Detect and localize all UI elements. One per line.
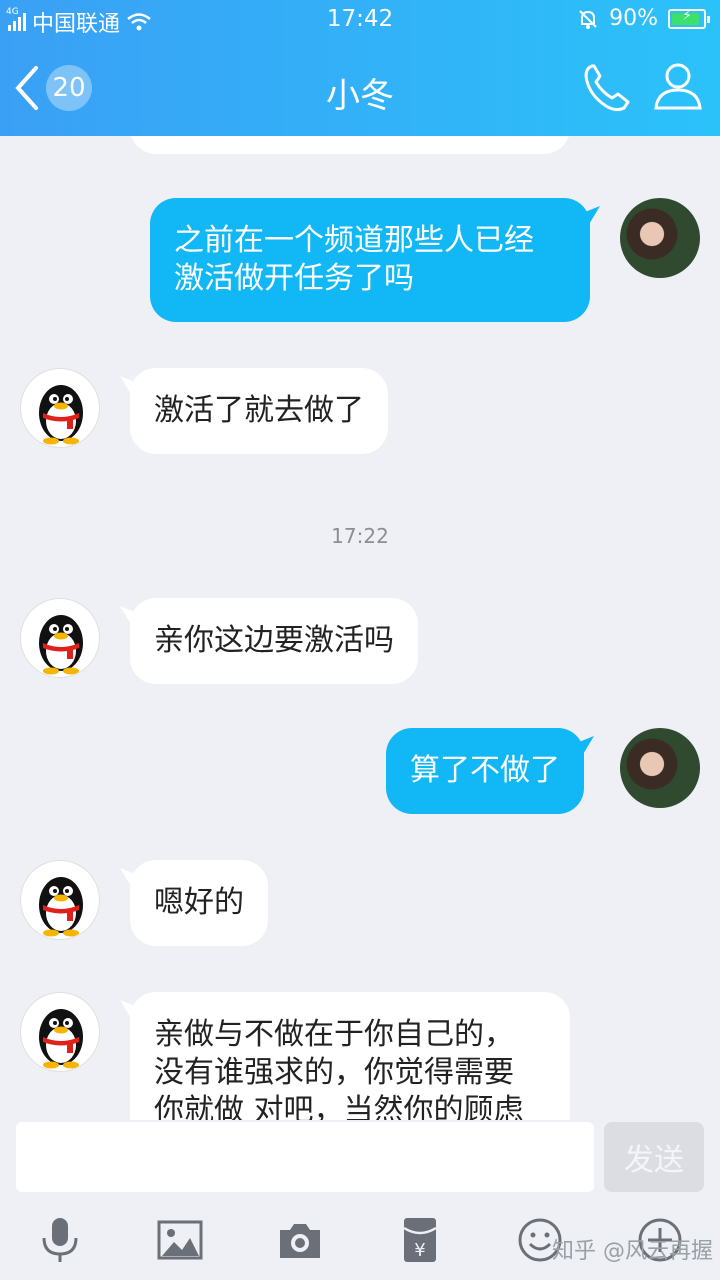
phone-icon[interactable] xyxy=(578,60,634,116)
status-right: 90% ⚡ xyxy=(577,6,710,31)
message-bubble-outgoing[interactable]: 算了不做了 xyxy=(386,728,584,814)
penguin-icon xyxy=(39,877,83,937)
my-avatar[interactable] xyxy=(620,728,700,808)
send-button[interactable]: 发送 xyxy=(604,1122,704,1192)
contact-avatar[interactable] xyxy=(20,368,100,448)
message-bubble-incoming[interactable]: 激活了就去做了 xyxy=(130,368,388,454)
my-avatar[interactable] xyxy=(620,198,700,278)
microphone-icon[interactable] xyxy=(36,1216,84,1264)
status-bar: 4G 中国联通 17:42 90% ⚡ xyxy=(0,0,720,40)
charging-bolt-icon: ⚡ xyxy=(682,7,692,24)
header: 4G 中国联通 17:42 90% ⚡ 20 小冬 xyxy=(0,0,720,136)
previous-message-bubble xyxy=(130,136,570,154)
image-icon[interactable] xyxy=(156,1216,204,1264)
message-bubble-incoming[interactable]: 亲做与不做在于你自己的， 没有谁强求的，你觉得需要 你就做 对吧，当然你的顾虑 xyxy=(130,992,570,1120)
message-text-line: 之前在一个频道那些人已经 xyxy=(174,223,534,258)
message-text: 激活了就去做了 xyxy=(154,393,364,428)
svg-text:¥: ¥ xyxy=(414,1240,425,1261)
message-bubble-outgoing[interactable]: 之前在一个频道那些人已经 激活做开任务了吗 xyxy=(150,198,590,322)
red-packet-icon[interactable]: ¥ xyxy=(396,1216,444,1264)
camera-icon[interactable] xyxy=(276,1216,324,1264)
mute-bell-icon xyxy=(579,9,597,29)
battery-icon: ⚡ xyxy=(668,7,710,29)
watermark: 知乎 @风云再握 xyxy=(552,1239,713,1264)
message-text: 嗯好的 xyxy=(154,885,244,920)
contact-avatar[interactable] xyxy=(20,860,100,940)
penguin-icon xyxy=(39,1009,83,1069)
nav-bar: 20 小冬 xyxy=(0,40,720,136)
message-text-line: 亲做与不做在于你自己的， xyxy=(154,1017,514,1052)
person-icon[interactable] xyxy=(650,58,706,114)
time-separator: 17:22 xyxy=(331,524,389,548)
message-text: 亲你这边要激活吗 xyxy=(154,623,394,658)
contact-avatar[interactable] xyxy=(20,598,100,678)
message-input[interactable] xyxy=(16,1122,594,1192)
message-text-line: 没有谁强求的，你觉得需要 xyxy=(154,1055,514,1090)
message-text-line: 激活做开任务了吗 xyxy=(174,261,414,296)
battery-percent: 90% xyxy=(609,6,658,31)
chat-area[interactable]: 之前在一个频道那些人已经 激活做开任务了吗 激活了就去做了 17:22 亲你这边… xyxy=(0,136,720,1120)
message-bubble-incoming[interactable]: 嗯好的 xyxy=(130,860,268,946)
penguin-icon xyxy=(39,385,83,445)
contact-avatar[interactable] xyxy=(20,992,100,1072)
message-bubble-incoming[interactable]: 亲你这边要激活吗 xyxy=(130,598,418,684)
penguin-icon xyxy=(39,615,83,675)
message-text-line: 你就做 对吧，当然你的顾虑 xyxy=(154,1093,524,1120)
message-text: 算了不做了 xyxy=(410,753,560,788)
